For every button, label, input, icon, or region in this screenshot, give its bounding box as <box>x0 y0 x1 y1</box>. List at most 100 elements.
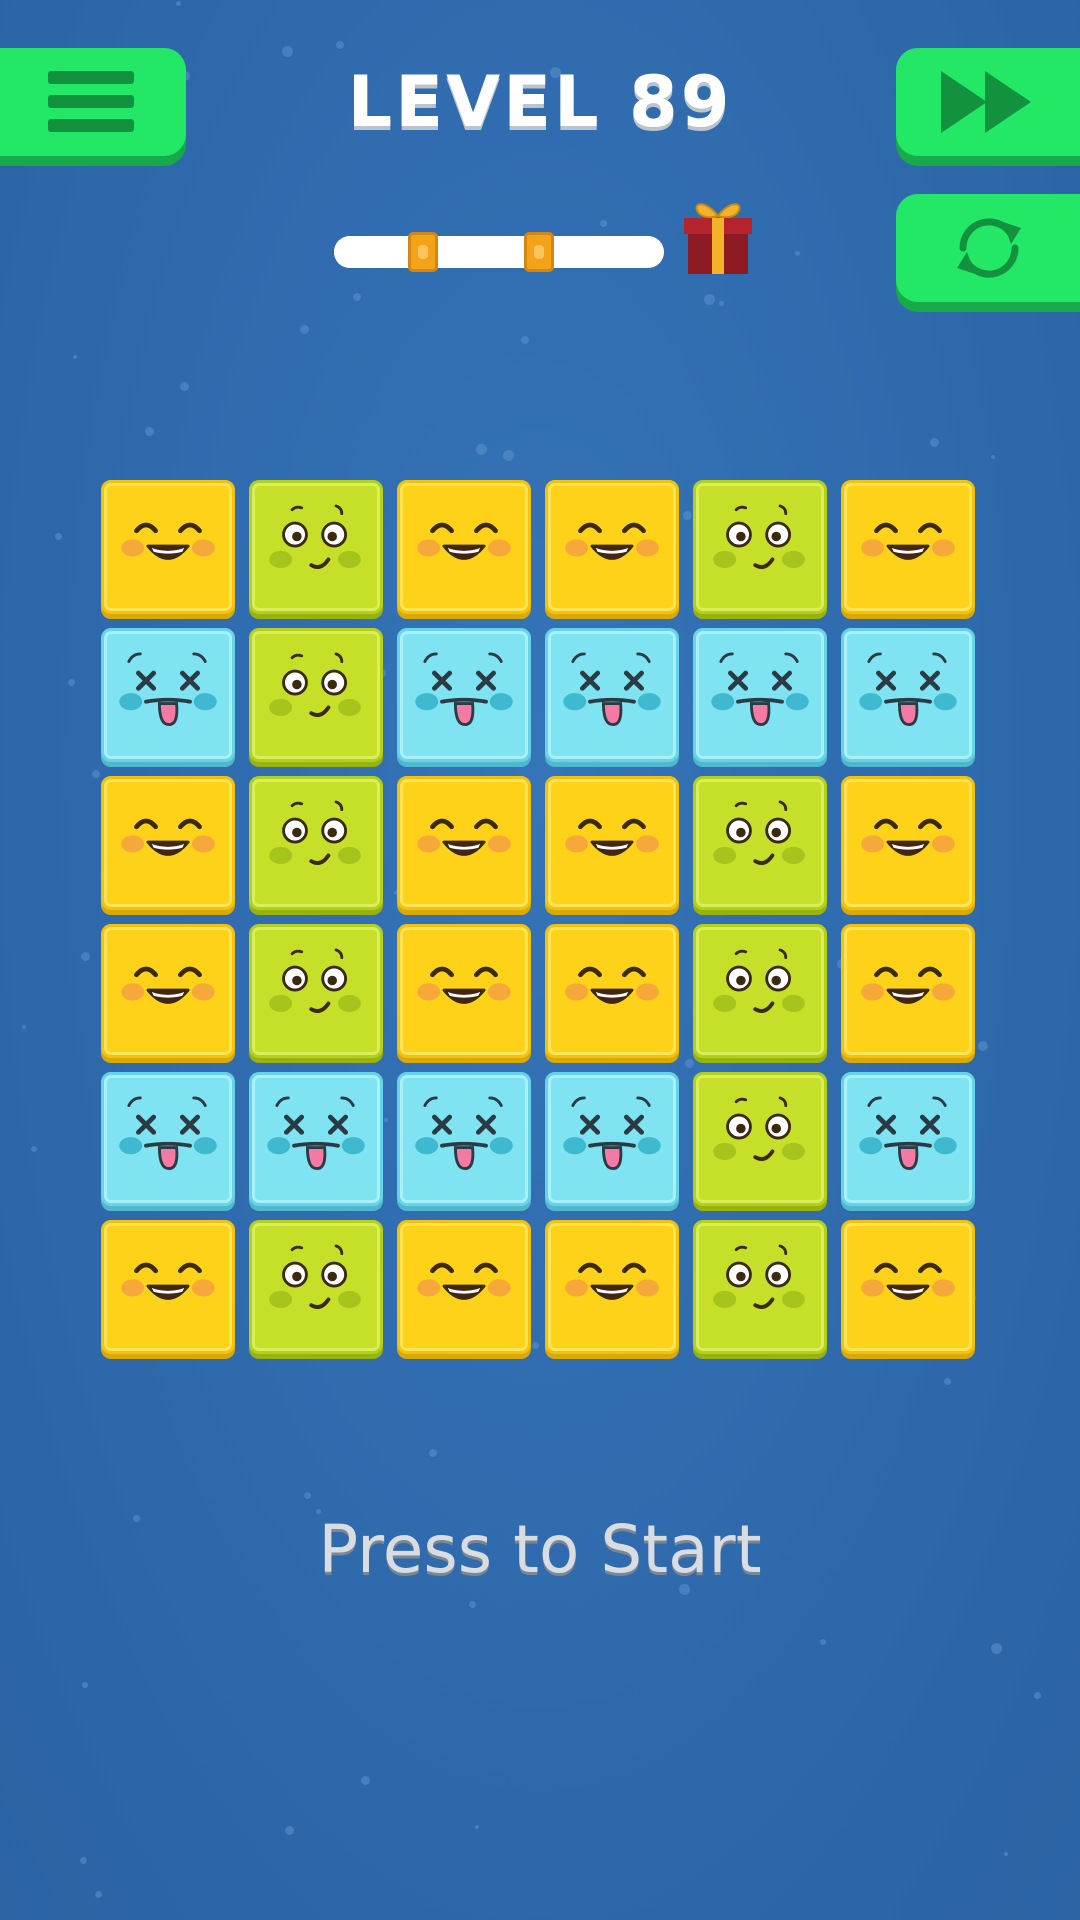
tile-surprised[interactable] <box>693 1072 827 1206</box>
restart-button[interactable] <box>896 194 1080 302</box>
tile-surprised[interactable] <box>249 924 383 1058</box>
tile-happy[interactable] <box>397 776 531 910</box>
tile-happy[interactable] <box>101 776 235 910</box>
snow-dot <box>991 455 995 459</box>
snow-dot <box>73 355 77 359</box>
tile-dizzy[interactable] <box>249 1072 383 1206</box>
snow-dot <box>285 1826 294 1835</box>
tile-happy[interactable] <box>101 924 235 1058</box>
tile-happy[interactable] <box>545 924 679 1058</box>
dizzy-face-icon <box>119 1096 217 1171</box>
happy-face-icon <box>417 966 511 1004</box>
tile-happy[interactable] <box>397 924 531 1058</box>
tile-happy[interactable] <box>841 776 975 910</box>
tile-dizzy[interactable] <box>101 628 235 762</box>
snow-dot <box>176 1 181 6</box>
surprised-face-icon <box>269 1244 361 1309</box>
happy-face-icon <box>417 1262 511 1300</box>
tile-surprised[interactable] <box>249 776 383 910</box>
happy-face-icon <box>565 818 659 856</box>
tile-dizzy[interactable] <box>841 628 975 762</box>
tile-dizzy[interactable] <box>397 628 531 762</box>
tile-happy[interactable] <box>841 924 975 1058</box>
surprised-face-icon <box>269 800 361 865</box>
snow-dot <box>719 301 724 306</box>
tile-surprised[interactable] <box>249 1220 383 1354</box>
snow-dot <box>180 382 189 391</box>
snow-dot <box>353 293 361 301</box>
surprised-face-icon <box>269 504 361 569</box>
press-to-start-prompt[interactable]: Press to Start <box>190 1500 890 1600</box>
happy-face-icon <box>861 966 955 1004</box>
tile-happy[interactable] <box>545 480 679 614</box>
happy-face-icon <box>417 818 511 856</box>
level-title: LEVEL 89 <box>347 61 733 143</box>
tile-happy[interactable] <box>545 776 679 910</box>
puzzle-board <box>101 480 981 1360</box>
menu-button[interactable] <box>0 48 186 156</box>
snow-dot <box>930 438 939 447</box>
tile-happy[interactable] <box>841 1220 975 1354</box>
snow-dot <box>80 1857 87 1864</box>
snow-dot <box>944 1378 951 1385</box>
tile-surprised[interactable] <box>693 1220 827 1354</box>
snow-dot <box>81 952 90 961</box>
hamburger-menu-icon <box>48 71 134 132</box>
snow-dot <box>304 1492 311 1499</box>
tile-dizzy[interactable] <box>693 628 827 762</box>
tile-dizzy[interactable] <box>841 1072 975 1206</box>
dizzy-face-icon <box>415 652 513 727</box>
surprised-face-icon <box>713 504 805 569</box>
snow-dot <box>476 444 487 455</box>
tile-dizzy[interactable] <box>545 1072 679 1206</box>
happy-face-icon <box>121 1262 215 1300</box>
snow-dot <box>1034 1692 1041 1699</box>
tile-happy[interactable] <box>101 1220 235 1354</box>
tile-surprised[interactable] <box>249 480 383 614</box>
surprised-face-icon <box>269 652 361 717</box>
happy-face-icon <box>861 1262 955 1300</box>
dizzy-face-icon <box>415 1096 513 1171</box>
progress-track <box>334 236 664 268</box>
fast-forward-icon <box>941 71 1031 133</box>
tile-surprised[interactable] <box>693 480 827 614</box>
snow-dot <box>991 1643 1002 1654</box>
snow-dot <box>68 679 75 686</box>
snow-dot <box>600 220 607 227</box>
tile-surprised[interactable] <box>693 924 827 1058</box>
dizzy-face-icon <box>563 1096 661 1171</box>
tile-surprised[interactable] <box>693 776 827 910</box>
surprised-face-icon <box>713 1244 805 1309</box>
tile-happy[interactable] <box>841 480 975 614</box>
snow-dot <box>429 1449 437 1457</box>
happy-face-icon <box>565 522 659 560</box>
happy-face-icon <box>861 522 955 560</box>
level-progress-bar <box>334 232 734 272</box>
skip-level-button[interactable] <box>896 48 1080 156</box>
snow-dot <box>795 251 800 256</box>
snow-dot <box>145 427 154 436</box>
tile-dizzy[interactable] <box>101 1072 235 1206</box>
snow-dot <box>475 1825 479 1829</box>
tile-happy[interactable] <box>545 1220 679 1354</box>
tile-surprised[interactable] <box>249 628 383 762</box>
snow-dot <box>82 1682 88 1688</box>
dizzy-face-icon <box>267 1096 365 1171</box>
snow-dot <box>336 41 344 49</box>
dizzy-face-icon <box>563 652 661 727</box>
refresh-arrows-icon <box>957 218 1021 278</box>
tile-dizzy[interactable] <box>397 1072 531 1206</box>
snow-dot <box>92 770 100 778</box>
tile-happy[interactable] <box>397 1220 531 1354</box>
surprised-face-icon <box>269 948 361 1013</box>
gift-box-icon <box>684 203 752 274</box>
snow-dot <box>361 1776 370 1785</box>
snow-dot <box>300 325 309 334</box>
happy-face-icon <box>565 966 659 1004</box>
surprised-face-icon <box>713 800 805 865</box>
tile-happy[interactable] <box>397 480 531 614</box>
snow-dot <box>133 1515 140 1522</box>
tile-dizzy[interactable] <box>545 628 679 762</box>
dizzy-face-icon <box>711 652 809 727</box>
tile-happy[interactable] <box>101 480 235 614</box>
